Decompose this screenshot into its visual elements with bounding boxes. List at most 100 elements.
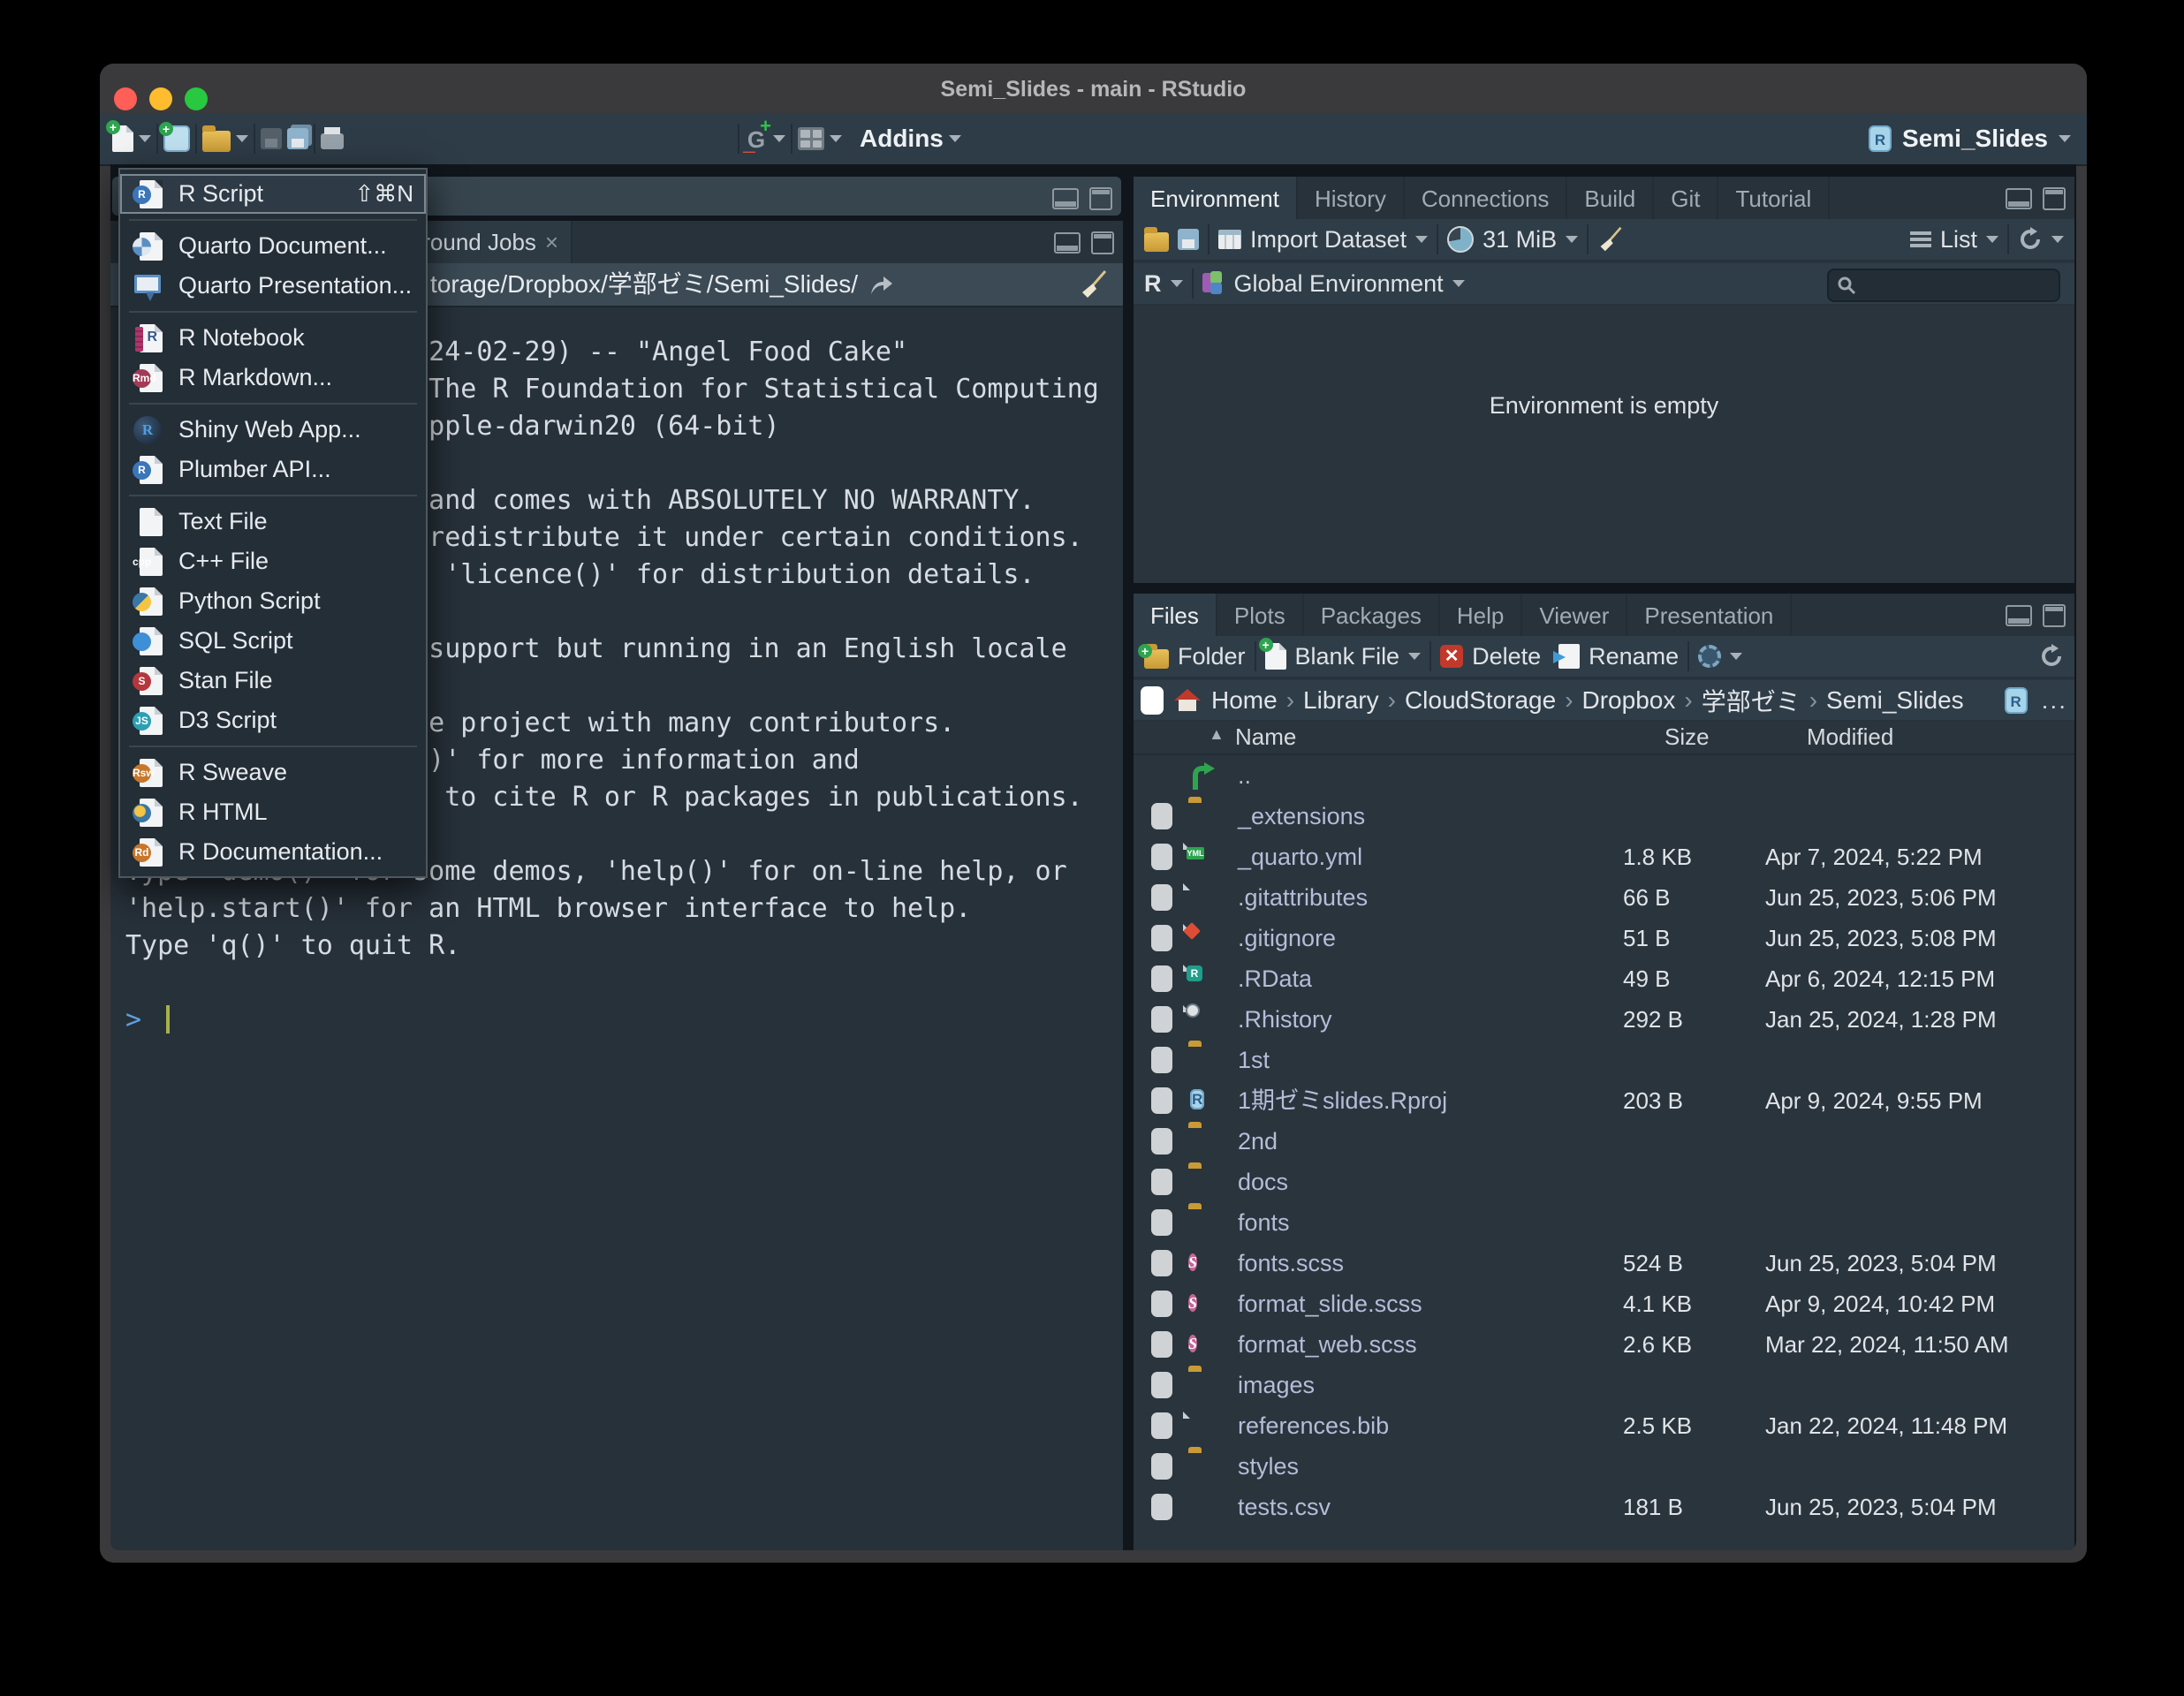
refresh-environment-caret[interactable]	[2051, 236, 2064, 243]
tab-packages[interactable]: Packages	[1304, 594, 1440, 636]
table-row[interactable]: ..	[1134, 755, 2074, 796]
version-control-icon[interactable]: G	[745, 125, 768, 152]
breadcrumb-item[interactable]: Home	[1211, 686, 1278, 715]
menu-item-python-script[interactable]: Python Script	[120, 581, 426, 621]
open-file-icon[interactable]	[202, 131, 231, 152]
memory-usage-caret[interactable]	[1566, 236, 1578, 243]
menu-item-r-notebook[interactable]: RR Notebook	[120, 318, 426, 358]
row-checkbox[interactable]	[1151, 1087, 1172, 1114]
menu-item-quarto-document-[interactable]: Quarto Document...	[120, 226, 426, 266]
row-checkbox[interactable]	[1151, 1453, 1172, 1480]
save-icon[interactable]	[261, 128, 282, 149]
files-maximize-icon[interactable]	[2043, 604, 2066, 627]
memory-usage-label[interactable]: 31 MiB	[1483, 226, 1557, 254]
file-name[interactable]: 2nd	[1238, 1121, 1278, 1162]
pane-layout-icon[interactable]	[798, 127, 824, 150]
tab-history[interactable]: History	[1298, 177, 1405, 219]
source-restore-icon[interactable]	[1052, 188, 1079, 209]
environment-search-box[interactable]	[1827, 269, 2060, 302]
load-workspace-icon[interactable]	[1144, 232, 1169, 252]
tab-presentation[interactable]: Presentation	[1627, 594, 1792, 636]
table-row[interactable]: YML_quarto.yml1.8 KBApr 7, 2024, 5:22 PM	[1134, 837, 2074, 877]
table-row[interactable]: _extensions	[1134, 796, 2074, 837]
new-file-icon[interactable]: +	[112, 125, 133, 152]
file-name[interactable]: references.bib	[1238, 1405, 1389, 1446]
row-checkbox[interactable]	[1151, 884, 1172, 911]
list-view-button[interactable]: List	[1940, 226, 1977, 254]
file-name[interactable]: .gitignore	[1238, 918, 1336, 958]
row-checkbox[interactable]	[1151, 965, 1172, 992]
files-minimize-icon[interactable]	[2006, 605, 2032, 626]
version-control-caret[interactable]	[773, 135, 785, 142]
row-checkbox[interactable]	[1151, 803, 1172, 829]
table-row[interactable]: .Rhistory292 BJan 25, 2024, 1:28 PM	[1134, 999, 2074, 1040]
more-file-commands-gear-icon[interactable]	[1698, 645, 1721, 668]
save-all-icon[interactable]	[287, 128, 308, 149]
file-name[interactable]: .Rhistory	[1238, 999, 1332, 1040]
save-workspace-icon[interactable]	[1178, 229, 1199, 250]
refresh-files-icon[interactable]	[2039, 644, 2064, 669]
rproj-badge-icon[interactable]: R	[2005, 687, 2028, 714]
table-row[interactable]: R1期ゼミslides.Rproj203 BApr 9, 2024, 9:55 …	[1134, 1080, 2074, 1121]
file-name[interactable]: format_web.scss	[1238, 1324, 1417, 1365]
table-row[interactable]: .gitignore51 BJun 25, 2023, 5:08 PM	[1134, 918, 2074, 958]
console-maximize-icon[interactable]	[1091, 231, 1114, 254]
environment-minimize-icon[interactable]	[2006, 188, 2032, 209]
console-minimize-icon[interactable]	[1054, 232, 1081, 254]
menu-item-r-documentation-[interactable]: RdR Documentation...	[120, 832, 426, 872]
pane-layout-caret[interactable]	[830, 135, 842, 142]
menu-item-sql-script[interactable]: SQL Script	[120, 621, 426, 661]
table-row[interactable]: 1st	[1134, 1040, 2074, 1080]
breadcrumb-item[interactable]: CloudStorage	[1405, 686, 1556, 715]
row-checkbox[interactable]	[1151, 1372, 1172, 1398]
row-checkbox[interactable]	[1151, 844, 1172, 870]
tab-connections[interactable]: Connections	[1405, 177, 1568, 219]
breadcrumb-item[interactable]: Semi_Slides	[1826, 686, 1964, 715]
console-cursor[interactable]	[166, 1005, 170, 1034]
breadcrumb-item[interactable]: 学部ゼミ	[1702, 683, 1801, 718]
table-row[interactable]: Sfonts.scss524 BJun 25, 2023, 5:04 PM	[1134, 1243, 2074, 1283]
tab-environment[interactable]: Environment	[1134, 177, 1298, 219]
language-selector-caret[interactable]	[1171, 280, 1183, 287]
menu-item-r-sweave[interactable]: RswR Sweave	[120, 753, 426, 792]
print-icon[interactable]	[321, 133, 344, 149]
menu-item-d3-script[interactable]: JSD3 Script	[120, 700, 426, 740]
close-tab-icon[interactable]: ×	[545, 231, 558, 254]
breadcrumb-more-button[interactable]: ...	[2042, 686, 2067, 715]
tab-viewer[interactable]: Viewer	[1522, 594, 1627, 636]
column-header-size[interactable]: Size	[1665, 723, 1710, 751]
new-file-dropdown-caret[interactable]	[139, 135, 151, 142]
menu-item-shiny-web-app-[interactable]: RShiny Web App...	[120, 410, 426, 450]
row-checkbox[interactable]	[1151, 1331, 1172, 1358]
file-name[interactable]: styles	[1238, 1446, 1299, 1487]
menu-item-r-html[interactable]: R HTML	[120, 792, 426, 832]
table-row[interactable]: Sformat_slide.scss4.1 KBApr 9, 2024, 10:…	[1134, 1283, 2074, 1324]
environment-maximize-icon[interactable]	[2043, 187, 2066, 210]
table-row[interactable]: 2nd	[1134, 1121, 2074, 1162]
column-header-modified[interactable]: Modified	[1807, 723, 1893, 751]
clear-objects-icon[interactable]	[1597, 226, 1624, 253]
open-file-dropdown-caret[interactable]	[236, 135, 248, 142]
rename-button[interactable]: Rename	[1589, 643, 1679, 670]
blank-file-caret[interactable]	[1408, 653, 1421, 660]
file-name[interactable]: images	[1238, 1365, 1315, 1405]
select-all-checkbox[interactable]	[1141, 686, 1164, 715]
breadcrumb-item[interactable]: Library	[1303, 686, 1379, 715]
file-name[interactable]: 1st	[1238, 1040, 1270, 1080]
tab-git[interactable]: Git	[1654, 177, 1718, 219]
clear-console-icon[interactable]	[1079, 269, 1109, 299]
goto-directory-icon[interactable]	[868, 273, 895, 296]
tab-help[interactable]: Help	[1440, 594, 1522, 636]
table-row[interactable]: images	[1134, 1365, 2074, 1405]
tab-files[interactable]: Files	[1134, 594, 1217, 636]
table-row[interactable]: .gitattributes66 BJun 25, 2023, 5:06 PM	[1134, 877, 2074, 918]
file-name[interactable]: docs	[1238, 1162, 1288, 1202]
table-row[interactable]: fonts	[1134, 1202, 2074, 1243]
menu-item-stan-file[interactable]: SStan File	[120, 661, 426, 700]
menu-item-r-markdown-[interactable]: RmdR Markdown...	[120, 358, 426, 398]
table-row[interactable]: Sformat_web.scss2.6 KBMar 22, 2024, 11:5…	[1134, 1324, 2074, 1365]
menu-item-plumber-api-[interactable]: RPlumber API...	[120, 450, 426, 489]
tab-tutorial[interactable]: Tutorial	[1718, 177, 1830, 219]
row-checkbox[interactable]	[1151, 1128, 1172, 1155]
menu-item-text-file[interactable]: Text File	[120, 502, 426, 541]
